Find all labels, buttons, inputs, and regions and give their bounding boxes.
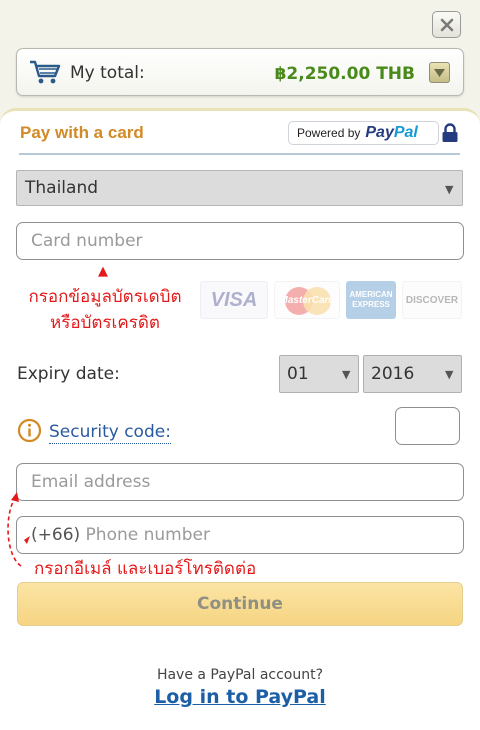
email-placeholder: Email address	[31, 472, 151, 492]
cart-icon	[30, 60, 61, 84]
chevron-down-icon: ▼	[445, 368, 454, 381]
title-divider	[19, 153, 460, 155]
powered-by-paypal-badge: Powered by Pay Pal	[288, 121, 439, 145]
expiry-month-value: 01	[287, 364, 309, 384]
continue-button[interactable]: Continue	[17, 582, 463, 626]
discover-logo-icon: DISCOVER	[402, 281, 462, 319]
powered-by-text: Powered by	[297, 126, 361, 140]
phone-placeholder: Phone number	[85, 525, 210, 545]
annotation-arrow-up-icon: ▲	[98, 264, 108, 279]
form-title: Pay with a card	[20, 123, 144, 142]
email-input[interactable]: Email address	[16, 463, 464, 501]
visa-logo-icon: VISA	[200, 281, 268, 319]
close-button[interactable]	[432, 11, 461, 38]
card-number-placeholder: Card number	[31, 231, 143, 251]
chevron-down-icon: ▼	[342, 368, 351, 381]
annotation-dashed-arrow-icon	[7, 492, 30, 567]
country-value: Thailand	[25, 178, 99, 198]
total-expand-button[interactable]	[429, 62, 450, 83]
card-note-line2: หรือบัตรเครดิต	[50, 313, 160, 333]
total-amount: ฿2,250.00 THB	[274, 64, 415, 84]
total-bar[interactable]: My total: ฿2,250.00 THB	[16, 48, 464, 96]
expiry-year-value: 2016	[371, 364, 415, 384]
expiry-year-select[interactable]: 2016 ▼	[363, 355, 462, 393]
chevron-down-icon	[434, 68, 445, 77]
lock-icon	[442, 123, 458, 142]
card-number-input[interactable]: Card number	[16, 222, 464, 260]
total-label: My total:	[70, 63, 145, 83]
mastercard-logo-icon: MasterCard	[274, 281, 340, 319]
contact-annotation: กรอกอีเมล์ และเบอร์โทรติดต่อ	[34, 559, 257, 579]
card-note-line1: กรอกข้อมูลบัตรเดบิต	[28, 287, 182, 307]
paypal-logo-pal: Pal	[393, 124, 418, 141]
amex-logo-icon: AMERICAN EXPRESS	[346, 281, 396, 319]
expiry-month-select[interactable]: 01 ▼	[279, 355, 359, 393]
phone-prefix: (+66)	[31, 525, 81, 545]
security-code-link[interactable]: Security code:	[49, 421, 171, 444]
country-select[interactable]: Thailand ▼	[16, 170, 463, 206]
continue-label: Continue	[197, 594, 283, 614]
have-account-text: Have a PayPal account?	[156, 667, 324, 683]
security-code-input[interactable]	[395, 407, 460, 445]
card-annotation: กรอกข้อมูลบัตรเดบิต หรือบัตรเครดิต	[20, 284, 190, 336]
login-paypal-link[interactable]: Log in to PayPal	[0, 686, 480, 708]
info-icon[interactable]	[17, 418, 42, 443]
close-icon	[440, 18, 453, 31]
chevron-down-icon: ▼	[445, 183, 454, 196]
expiry-label: Expiry date:	[17, 364, 120, 384]
paypal-logo-pay: Pay	[365, 124, 394, 141]
phone-input[interactable]: (+66) Phone number	[16, 516, 464, 554]
